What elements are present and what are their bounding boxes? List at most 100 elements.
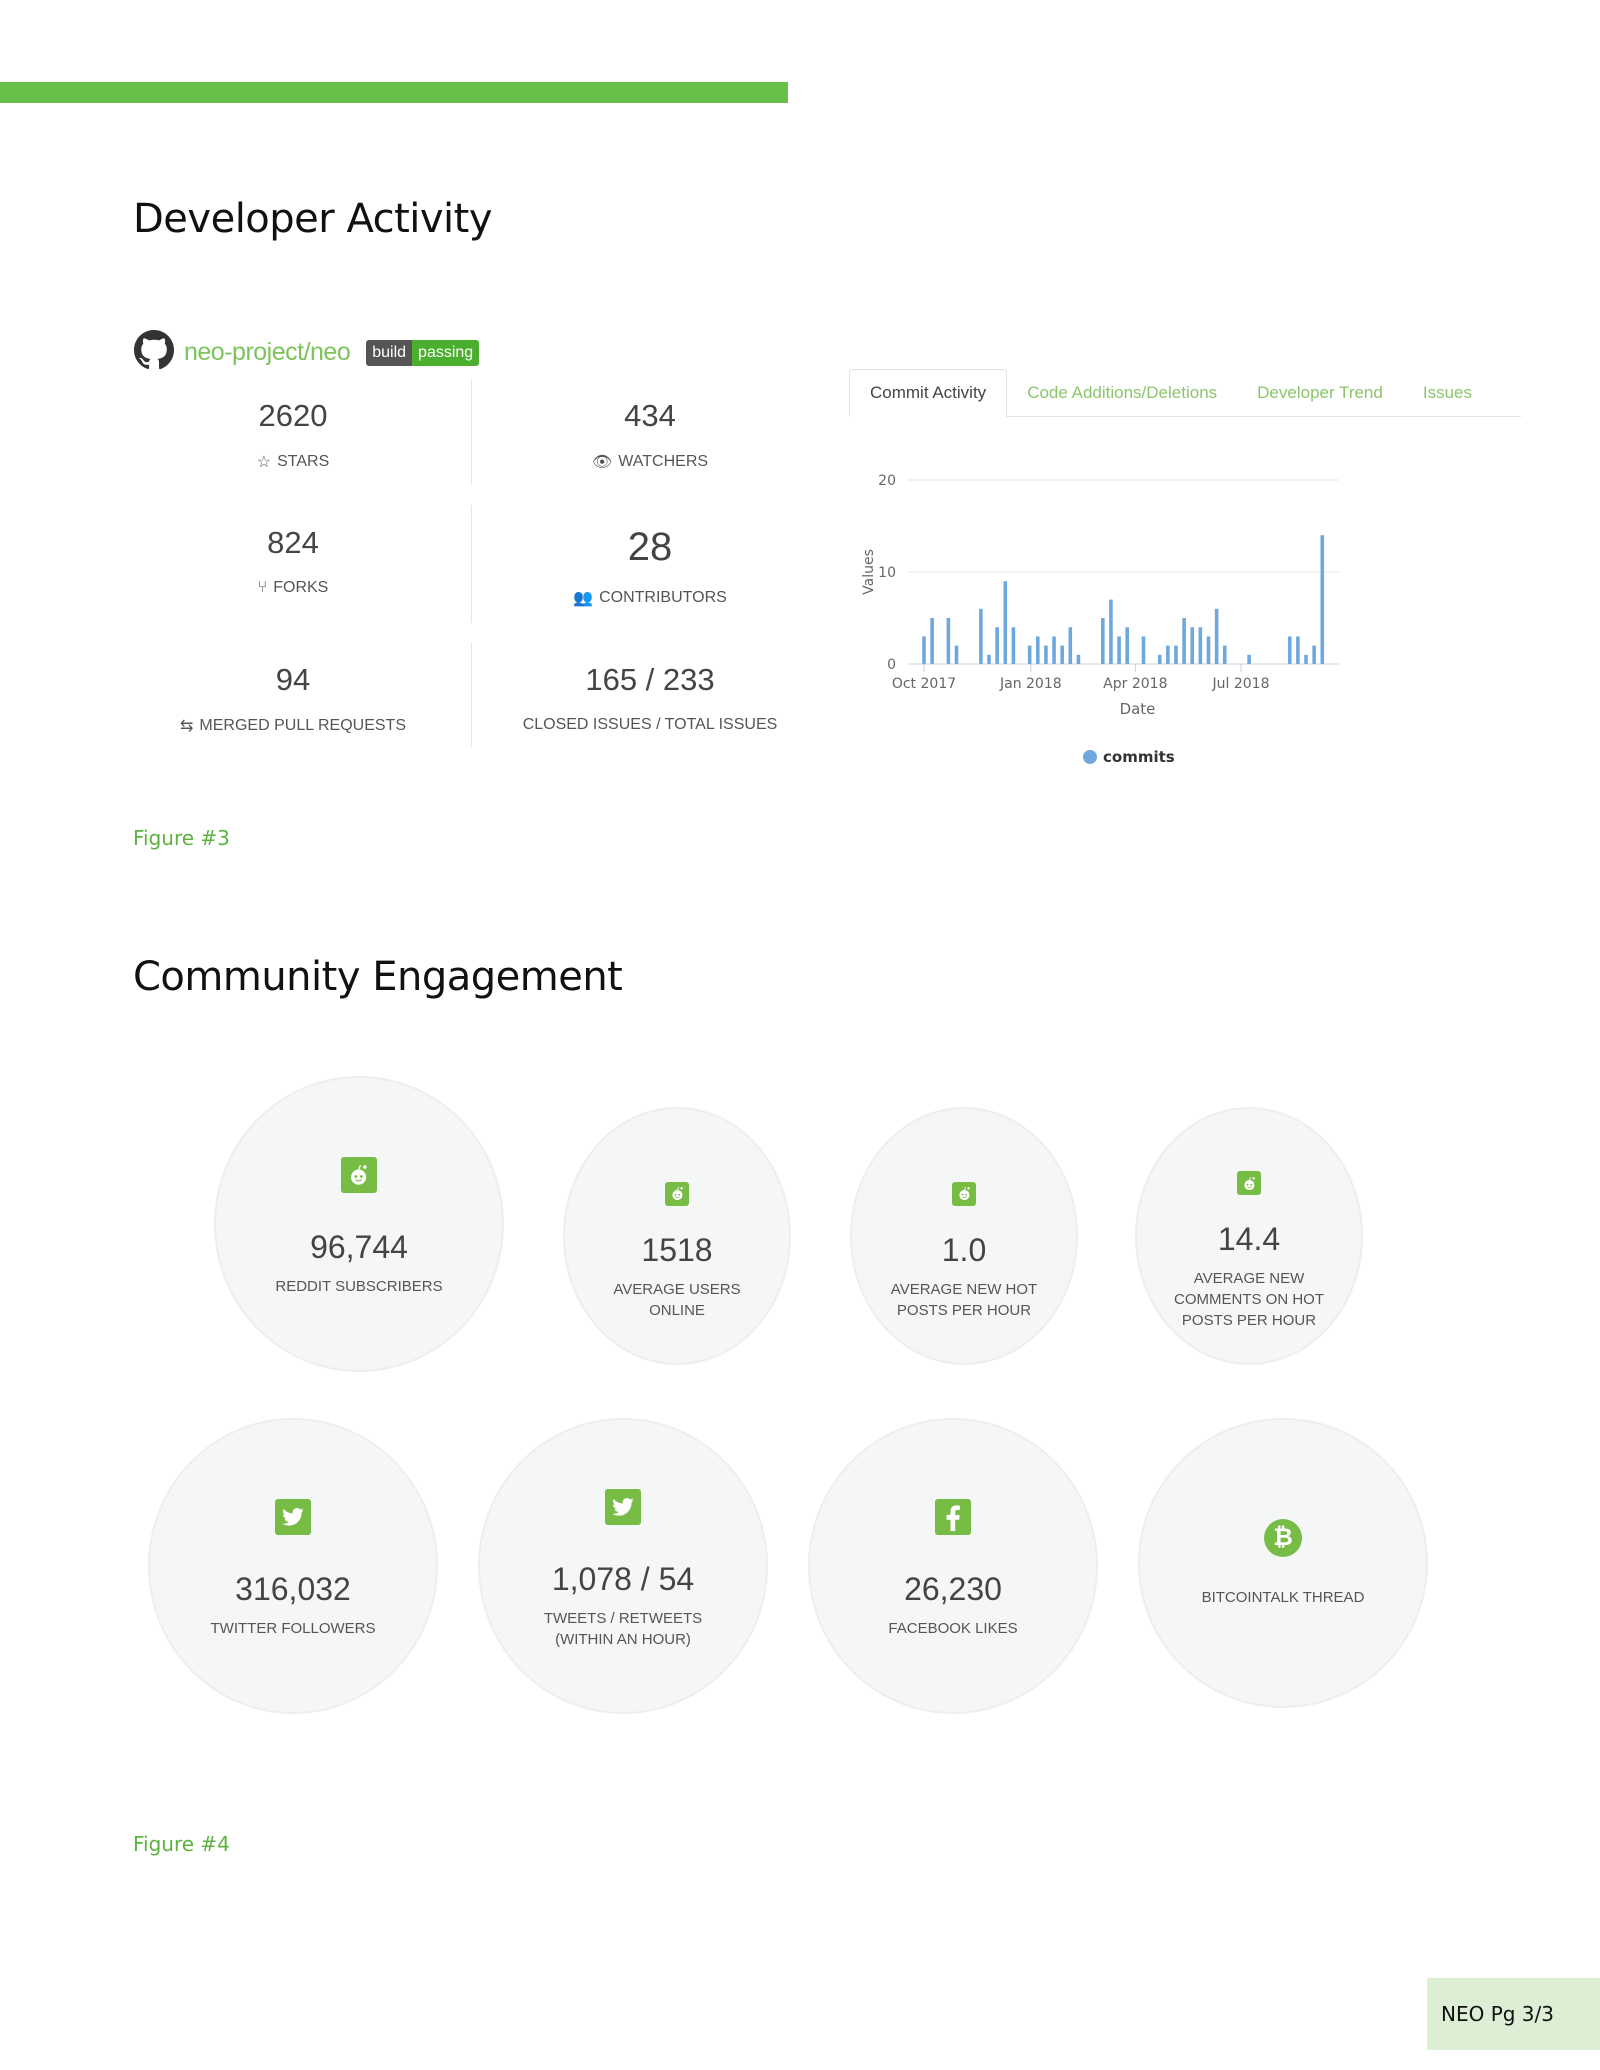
reddit-icon [665, 1181, 689, 1206]
divider [471, 505, 472, 623]
eye-icon: 👁 [591, 454, 613, 471]
tab-issues[interactable]: Issues [1403, 370, 1492, 416]
repo-link[interactable]: neo-project/neo [184, 338, 351, 367]
stat-value: 94 [275, 662, 311, 697]
stat-value: 28 [627, 525, 673, 569]
stat-label: STARS [277, 453, 330, 470]
commit-bar [1247, 654, 1251, 664]
stat-label: AVERAGE USERS ONLINE [613, 1280, 741, 1319]
stat-value: 14.4 [1217, 1221, 1281, 1257]
badge-label: build [366, 339, 413, 366]
commit-activity-chart: 0 10 20 Oct 2017 Jan 2018 Apr 2018 Jul 2018 Dat… [861, 473, 1339, 766]
commit-bar [1174, 645, 1178, 664]
commit-bar [1068, 627, 1073, 664]
fork-icon: ⑂ [257, 579, 268, 596]
stat-value: 1,078 / 54 [551, 1560, 695, 1597]
stat-value: 824 [267, 525, 319, 560]
users-icon: 👥 [573, 590, 594, 607]
section-title-developer-activity: Developer Activity [133, 196, 493, 242]
stat-forks: 824 ⑂ FORKS [133, 525, 453, 597]
badge-status: passing [412, 339, 480, 366]
community-stat-circle: 1,078 / 54 TWEETS / RETWEETS (WITHIN AN H… [480, 1420, 766, 1712]
stat-issues: 165 / 233 CLOSED ISSUES / TOTAL ISSUES [490, 662, 810, 734]
tab-developer-trend[interactable]: Developer Trend [1237, 370, 1403, 416]
stat-contributors: 28 👥 CONTRIBUTORS [490, 525, 810, 608]
commit-bar [1312, 645, 1316, 664]
commit-bar [1157, 654, 1162, 664]
community-stat-circle: 14.4 AVERAGE NEW COMMENTS ON HOT POSTS PE… [1137, 1109, 1361, 1363]
stat-label: WATCHERS [618, 453, 709, 470]
commit-bar [1035, 636, 1040, 664]
commit-bar [1287, 636, 1292, 664]
star-icon: ☆ [256, 454, 272, 471]
commit-bar [1044, 645, 1048, 664]
commit-bar [1101, 618, 1105, 664]
stat-label: TWEETS / RETWEETS (WITHIN AN HOUR) [543, 1609, 703, 1648]
commit-bar [954, 645, 959, 664]
commit-bar [1011, 627, 1016, 664]
reddit-icon [952, 1181, 976, 1206]
commit-bar [1027, 645, 1032, 664]
y-tick-label: 20 [878, 473, 896, 489]
stat-value: 96,744 [310, 1229, 408, 1265]
stat-label: BITCOINTALK THREAD [1201, 1588, 1365, 1606]
merge-icon: ⇆ [180, 718, 194, 735]
stat-value: 434 [624, 398, 676, 433]
community-stat-circle: 96,744 REDDIT SUBSCRIBERS [216, 1078, 502, 1370]
figure-caption-4: Figure #4 [133, 1832, 230, 1856]
repo-header: neo-project/neo build passing [134, 330, 480, 375]
tab-code-additions-deletions[interactable]: Code Additions/Deletions [1007, 370, 1237, 416]
y-tick-label: 0 [887, 657, 896, 673]
y-axis-label: Values [861, 549, 877, 595]
section-title-community-engagement: Community Engagement [133, 954, 623, 1000]
stat-label: TWITTER FOLLOWERS [210, 1620, 376, 1637]
stat-value: 26,230 [904, 1571, 1002, 1607]
commit-bar [1206, 636, 1211, 664]
stat-value: 316,032 [235, 1571, 351, 1607]
github-icon [134, 330, 175, 375]
twitter-icon [605, 1488, 641, 1525]
x-axis-label: Date [1120, 700, 1156, 718]
chart-tabs: Commit Activity Code Additions/Deletions… [849, 369, 1521, 417]
divider [471, 642, 472, 747]
commit-bar [1117, 636, 1121, 664]
commit-bar [1182, 618, 1186, 664]
stat-value: 2620 [258, 398, 328, 433]
commit-bar [1296, 636, 1300, 664]
commit-bar [1125, 627, 1130, 664]
y-tick-label: 10 [878, 565, 896, 581]
top-accent-bar [0, 82, 788, 103]
commit-bar [1214, 608, 1219, 664]
stat-value: 1.0 [941, 1231, 987, 1268]
bitcoin-icon: ₿ [1264, 1518, 1302, 1557]
x-tick-label: Oct 2017 [892, 676, 956, 692]
commit-bar [922, 636, 926, 664]
commit-bar [995, 627, 999, 664]
stat-watchers: 434 👁 WATCHERS [490, 398, 810, 472]
community-stat-circle: 1518 AVERAGE USERS ONLINE [565, 1109, 789, 1363]
reddit-icon [1237, 1171, 1261, 1195]
commit-bar [1003, 581, 1008, 664]
stat-stars: 2620 ☆ STARS [133, 398, 453, 472]
page-footer: NEO Pg 3/3 [1427, 1978, 1600, 2050]
stat-label: FACEBOOK LIKES [888, 1620, 1018, 1637]
stat-merged-pull-requests: 94 ⇆ MERGED PULL REQUESTS [133, 662, 453, 736]
community-stat-circle: 1.0 AVERAGE NEW HOT POSTS PER HOUR [852, 1109, 1076, 1363]
commit-bar [930, 618, 934, 664]
community-stat-circle[interactable]: ₿ BITCOINTALK THREAD [1140, 1420, 1426, 1706]
commit-bar [1166, 645, 1170, 664]
figure-caption-3: Figure #3 [133, 826, 230, 850]
commit-bar [946, 618, 951, 664]
commit-bar [1109, 599, 1113, 664]
commit-bar [1052, 636, 1056, 664]
commit-bar [1304, 654, 1308, 664]
stat-label: CONTRIBUTORS [599, 589, 727, 606]
community-stat-circle: 26,230 FACEBOOK LIKES [810, 1420, 1096, 1712]
stat-label: AVERAGE NEW COMMENTS ON HOT POSTS PER HO… [1174, 1270, 1324, 1329]
x-tick-label: Jan 2018 [999, 676, 1062, 692]
tab-commit-activity[interactable]: Commit Activity [849, 369, 1008, 417]
legend-marker [1083, 750, 1097, 764]
stat-label: AVERAGE NEW HOT POSTS PER HOUR [890, 1280, 1038, 1319]
commit-bar [1190, 627, 1195, 664]
commit-bar [979, 608, 983, 664]
